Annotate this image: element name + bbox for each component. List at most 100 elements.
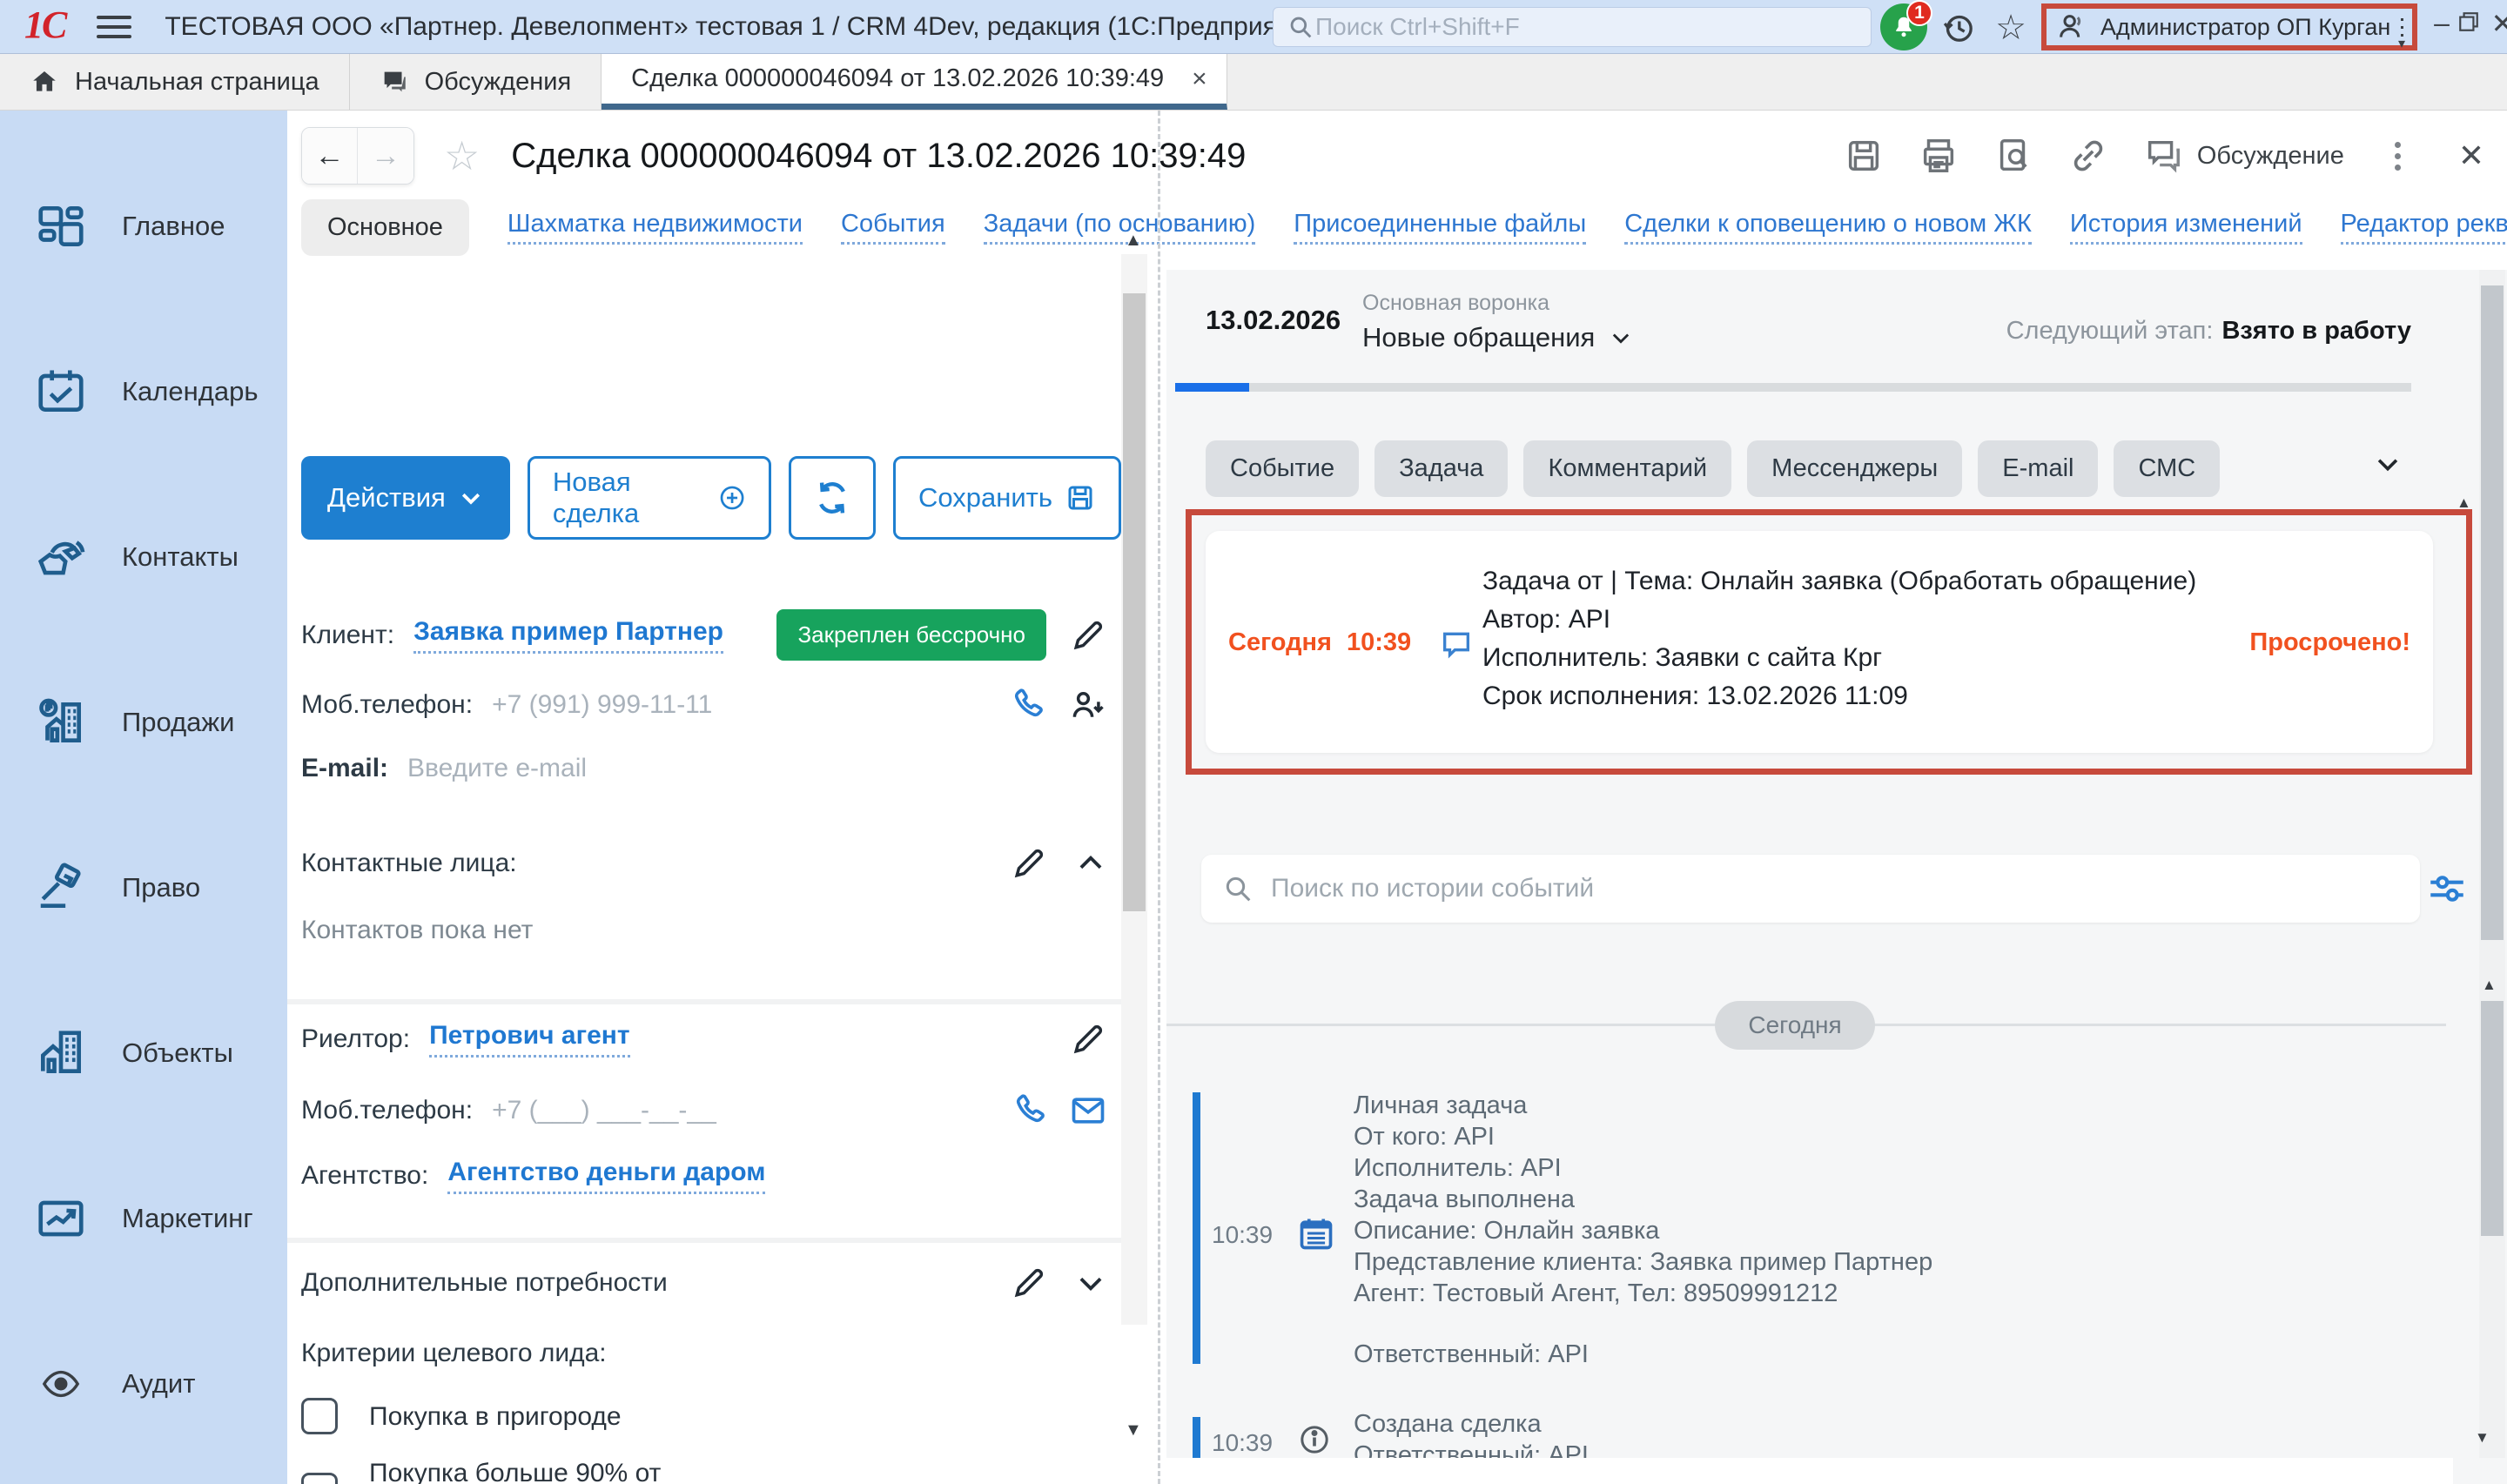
client-link[interactable]: Заявка пример Партнер <box>413 617 723 654</box>
mobile-label: Моб.телефон: <box>301 690 473 720</box>
tab-home[interactable]: Начальная страница <box>0 54 350 110</box>
get-link-icon[interactable] <box>2068 136 2108 176</box>
tab-attached-files[interactable]: Присоединенные файлы <box>1294 210 1586 245</box>
client-email-input[interactable] <box>407 754 773 783</box>
sms-button[interactable]: СМС <box>2114 440 2220 497</box>
overdue-badge: Просрочено! <box>2249 628 2410 657</box>
checkbox-suburb-label: Покупка в пригороде <box>369 1399 622 1434</box>
scroll-up-arrow[interactable]: ▲ <box>2457 494 2471 512</box>
activity-scrollbar[interactable] <box>2479 270 2505 1458</box>
sidebar-item-legal[interactable]: Право <box>0 805 287 970</box>
favorite-star-icon[interactable]: ☆ <box>444 132 480 179</box>
close-form-icon[interactable]: ✕ <box>2458 138 2484 174</box>
call-phone-icon[interactable] <box>1010 686 1048 724</box>
messengers-button[interactable]: Мессенджеры <box>1747 440 1962 497</box>
more-menu-icon[interactable] <box>2395 142 2401 171</box>
form-scrollbar[interactable] <box>1121 254 1147 1325</box>
sidebar-item-objects[interactable]: Объекты <box>0 970 287 1136</box>
current-user-label[interactable]: Администратор ОП Курган <box>2100 14 2390 41</box>
contacts-empty-text: Контактов пока нет <box>301 916 533 945</box>
history-search[interactable] <box>1201 855 2420 923</box>
sidebar-item-calendar[interactable]: Календарь <box>0 309 287 474</box>
refresh-button[interactable] <box>789 456 875 540</box>
add-contact-icon[interactable] <box>1069 686 1107 724</box>
history-icon[interactable] <box>1939 9 1978 47</box>
minimize-button[interactable]: – <box>2424 7 2459 39</box>
edit-realtor-pencil-icon[interactable] <box>1069 1020 1107 1058</box>
close-window-button[interactable]: ✕ <box>2485 7 2507 40</box>
scroll-down-arrow[interactable]: ▼ <box>2475 1429 2490 1447</box>
funnel-stage-select[interactable]: Новые обращения <box>1362 322 1633 353</box>
tab-tasks[interactable]: Задачи (по основанию) <box>984 210 1256 245</box>
realtor-phone-input[interactable] <box>492 1096 857 1125</box>
tab-attr-editor[interactable]: Редактор реквизитов объекта <box>2341 210 2507 245</box>
history-search-input[interactable] <box>1271 874 2401 903</box>
tab-chess-board[interactable]: Шахматка недвижимости <box>507 210 803 245</box>
sidebar-item-marketing[interactable]: Маркетинг <box>0 1136 287 1301</box>
panel-splitter[interactable] <box>1158 111 1160 1484</box>
expand-needs-chevron-icon[interactable] <box>1074 1266 1107 1299</box>
email-button[interactable]: E-mail <box>1978 440 2098 497</box>
event-button[interactable]: Событие <box>1206 440 1359 497</box>
close-tab-icon[interactable]: × <box>1192 64 1207 94</box>
comment-button[interactable]: Комментарий <box>1523 440 1731 497</box>
notification-bell-icon[interactable]: 1 <box>1880 3 1927 50</box>
sidebar-item-main[interactable]: Главное <box>0 144 287 309</box>
deal-date: 13.02.2026 <box>1206 305 1341 336</box>
tab-discussions[interactable]: Обсуждения <box>350 54 602 110</box>
pinned-badge: Закреплен бессрочно <box>776 609 1046 661</box>
email-label: E-mail: <box>301 754 388 783</box>
scroll-up-arrow[interactable]: ▲ <box>2482 977 2497 994</box>
print-preview-icon[interactable] <box>1993 136 2033 176</box>
realtor-link[interactable]: Петрович агент <box>429 1021 630 1058</box>
discussion-button[interactable]: Обсуждение <box>2143 136 2344 176</box>
actions-button[interactable]: Действия <box>301 456 510 540</box>
history-filter-icon[interactable] <box>2425 867 2469 910</box>
sidebar-item-sales[interactable]: Продажи <box>0 640 287 805</box>
tab-deal[interactable]: Сделка 000000046094 от 13.02.2026 10:39:… <box>602 54 1227 110</box>
print-icon[interactable] <box>1919 136 1959 176</box>
global-search-input[interactable] <box>1315 13 1858 41</box>
save-icon[interactable] <box>1844 136 1884 176</box>
composer-collapse-chevron-icon[interactable] <box>2373 449 2403 479</box>
back-button[interactable]: ← <box>302 128 358 184</box>
tab-new-complex-deals[interactable]: Сделки к оповещению о новом ЖК <box>1624 210 2032 245</box>
active-task-card[interactable]: Сегодня 10:39 Задача от | Тема: Онлайн з… <box>1206 531 2433 753</box>
tab-main[interactable]: Основное <box>301 199 469 256</box>
discussion-bubbles-icon <box>2143 136 2183 176</box>
main-sidebar: Главное Календарь Контакты Продажи Право <box>0 111 287 1484</box>
phone-contacts-icon <box>30 530 92 584</box>
sidebar-item-contacts[interactable]: Контакты <box>0 474 287 640</box>
tab-events[interactable]: События <box>841 210 945 245</box>
event-time: 10:39 <box>1212 1221 1273 1249</box>
collapse-contacts-chevron-icon[interactable] <box>1074 847 1107 880</box>
user-menu-icon[interactable]: ▾ <box>2401 13 2403 42</box>
checkbox-suburb[interactable] <box>301 1398 338 1434</box>
tab-change-history[interactable]: История изменений <box>2070 210 2302 245</box>
timeline-event-body[interactable]: Личная задача От кого: API Исполнитель: … <box>1354 1090 1932 1370</box>
edit-contacts-pencil-icon[interactable] <box>1010 844 1048 883</box>
sales-building-icon <box>30 695 92 749</box>
save-button[interactable]: Сохранить <box>893 456 1121 540</box>
forward-button[interactable]: → <box>358 128 413 184</box>
scroll-up-arrow[interactable]: ▲ <box>1125 231 1142 251</box>
edit-needs-pencil-icon[interactable] <box>1010 1264 1048 1302</box>
favorites-star-icon[interactable]: ☆ <box>1992 9 2030 47</box>
criteria-label: Критерии целевого лида: <box>301 1339 607 1368</box>
deal-activity-panel: 13.02.2026 Основная воронка Новые обраще… <box>1166 270 2507 1484</box>
checkbox-90pct[interactable] <box>301 1473 338 1484</box>
sidebar-item-audit[interactable]: Аудит <box>0 1301 287 1467</box>
email-realtor-icon[interactable] <box>1069 1091 1107 1130</box>
global-search[interactable] <box>1273 7 1872 47</box>
scroll-down-arrow[interactable]: ▼ <box>1125 1420 1142 1440</box>
agency-link[interactable]: Агентство деньги даром <box>447 1158 765 1194</box>
task-day: Сегодня <box>1228 628 1332 657</box>
task-button[interactable]: Задача <box>1374 440 1508 497</box>
new-deal-button[interactable]: Новая сделка <box>528 456 772 540</box>
realtor-row: Риелтор: Петрович агент <box>301 1020 1107 1058</box>
edit-client-pencil-icon[interactable] <box>1069 616 1107 655</box>
client-phone-input[interactable] <box>492 690 857 720</box>
call-realtor-phone-icon[interactable] <box>1012 1091 1050 1130</box>
main-menu-icon[interactable] <box>97 10 131 44</box>
notification-count-badge: 1 <box>1906 0 1932 26</box>
